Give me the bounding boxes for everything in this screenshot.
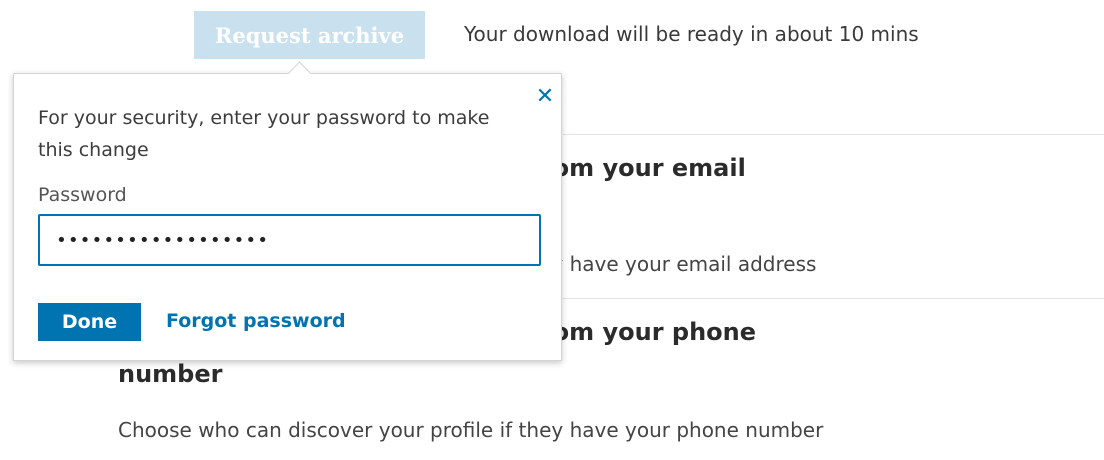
download-ready-note: Your download will be ready in about 10 … <box>464 22 919 46</box>
password-label: Password <box>38 184 127 206</box>
popover-arrow <box>287 61 312 86</box>
close-icon[interactable]: ✕ <box>534 86 556 108</box>
section-divider <box>563 134 1104 135</box>
section-divider <box>563 298 1104 299</box>
security-prompt: For your security, enter your password t… <box>38 107 490 161</box>
request-archive-button[interactable]: Request archive <box>194 11 425 59</box>
phone-discovery-title-line2: number <box>118 360 223 388</box>
done-button[interactable]: Done <box>38 303 141 341</box>
forgot-password-link[interactable]: Forgot password <box>166 310 346 332</box>
password-confirm-popover: ✕ For your security, enter your password… <box>13 61 562 361</box>
privacy-settings-page: Request archive Your download will be re… <box>0 0 1104 460</box>
password-input[interactable] <box>38 214 541 266</box>
phone-discovery-description: Choose who can discover your profile if … <box>118 418 824 442</box>
